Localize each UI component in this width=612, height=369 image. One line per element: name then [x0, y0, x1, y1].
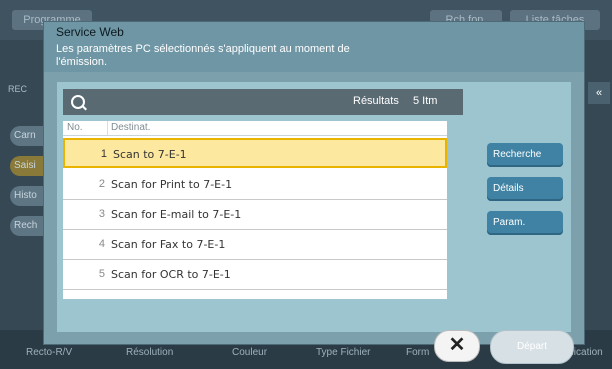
dialog-message: Les paramètres PC sélectionnés s'appliqu… — [56, 43, 350, 68]
bottom-tab-color[interactable]: Couleur — [232, 347, 267, 358]
start-button[interactable]: Départ — [490, 330, 574, 364]
rec-label: REC — [8, 84, 28, 94]
list-row-4[interactable]: 4 Scan for Fax to 7-E-1 — [63, 230, 447, 260]
row-number: 1 — [100, 148, 107, 160]
column-divider — [107, 121, 108, 135]
list-row-2[interactable]: 2 Scan for Print to 7-E-1 — [63, 170, 447, 200]
bottom-tab-format[interactable]: Form — [406, 347, 429, 358]
row-number: 5 — [98, 268, 105, 280]
bottom-tab-file-type[interactable]: Type Fichier — [316, 347, 370, 358]
dialog-title: Service Web — [56, 25, 124, 39]
collapse-arrow-icon[interactable]: « — [588, 82, 610, 104]
row-label: Scan for E-mail to 7-E-1 — [111, 208, 242, 221]
search-icon[interactable] — [71, 95, 85, 109]
row-label: Scan for OCR to 7-E-1 — [111, 268, 231, 281]
row-label: Scan for Print to 7-E-1 — [111, 178, 233, 191]
list-row-1[interactable]: 1 Scan to 7-E-1 — [63, 138, 447, 168]
details-button[interactable]: Détails — [487, 177, 563, 201]
search-button[interactable]: Recherche — [487, 143, 563, 167]
destination-list: No. Destinat. 1 Scan to 7-E-1 2 Scan for… — [63, 121, 447, 299]
results-label: Résultats — [353, 95, 399, 107]
row-number: 4 — [98, 238, 105, 250]
row-number: 2 — [98, 178, 105, 190]
bottom-tab-resolution[interactable]: Résolution — [126, 347, 173, 358]
column-no: No. — [67, 122, 83, 133]
list-header: No. Destinat. — [63, 121, 447, 136]
dialog-panel: Résultats 5 Itm No. Destinat. 1 Scan to … — [57, 82, 571, 332]
close-icon[interactable]: ✕ — [434, 330, 480, 362]
web-service-dialog: Service Web Les paramètres PC sélectionn… — [44, 22, 584, 344]
list-row-5[interactable]: 5 Scan for OCR to 7-E-1 — [63, 260, 447, 290]
results-count: 5 Itm — [413, 95, 438, 107]
column-destination: Destinat. — [111, 122, 151, 133]
search-bar[interactable]: Résultats 5 Itm — [63, 89, 463, 115]
settings-button[interactable]: Param. — [487, 211, 563, 235]
bottom-tab-duplex[interactable]: Recto-R/V — [26, 347, 72, 358]
row-label: Scan to 7-E-1 — [113, 148, 187, 161]
row-label: Scan for Fax to 7-E-1 — [111, 238, 226, 251]
dialog-header: Service Web Les paramètres PC sélectionn… — [44, 22, 584, 72]
row-number: 3 — [98, 208, 105, 220]
list-row-3[interactable]: 3 Scan for E-mail to 7-E-1 — [63, 200, 447, 230]
